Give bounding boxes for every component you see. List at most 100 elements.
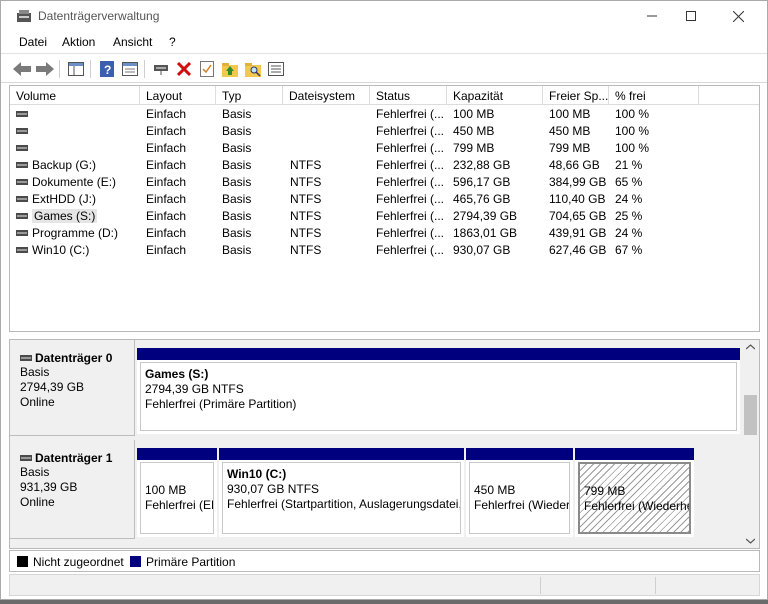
disk-type: Basis (20, 365, 50, 379)
partition-size: 100 MB (145, 483, 187, 497)
column-header-volume[interactable]: Volume (10, 86, 140, 105)
column-header-layout[interactable]: Layout (140, 86, 216, 105)
check-button[interactable] (196, 58, 218, 80)
table-row[interactable]: ExtHDD (J:) Einfach Basis NTFS Fehlerfrei (.… (10, 191, 759, 208)
volume-free-space: 799 MB (549, 141, 591, 155)
volume-type: Basis (222, 209, 252, 223)
close-button[interactable] (715, 1, 761, 31)
connect-icon (154, 65, 168, 75)
legend: Nicht zugeordnet Primäre Partition (9, 550, 760, 572)
partition-size: 930,07 GB NTFS (227, 482, 320, 496)
volume-type: Basis (222, 243, 252, 257)
disk-size: 931,39 GB (20, 480, 78, 494)
console-tree-icon (68, 62, 84, 76)
disk-label[interactable]: Datenträger 0 Basis 2794,39 GB Online (10, 340, 135, 436)
volume-name: Dokumente (E:) (32, 175, 117, 189)
volume-percent-free: 24 % (615, 192, 643, 206)
volume-free-space: 627,46 GB (549, 243, 607, 257)
partition-block[interactable]: Games (S:) 2794,39 GB NTFS Fehlerfrei (Pri… (137, 348, 740, 434)
folder-up-icon (222, 63, 238, 77)
volume-status: Fehlerfrei (... (376, 124, 445, 138)
volume-free-space: 384,99 GB (549, 175, 607, 189)
table-row[interactable]: Dokumente (E:) Einfach Basis NTFS Fehlerfrei… (10, 174, 759, 191)
volume-filesystem: NTFS (290, 226, 322, 240)
console-tree-button[interactable] (65, 58, 87, 80)
partition-info: 799 MB Fehlerfrei (Wiederhe (578, 462, 691, 534)
column-header-kapazitaet[interactable]: Kapazität (447, 86, 543, 105)
list-icon (268, 62, 284, 76)
maximize-button[interactable] (668, 1, 714, 31)
volume-layout: Einfach (146, 141, 187, 155)
volume-type: Basis (222, 158, 252, 172)
volume-icon (16, 247, 28, 253)
scroll-up-icon[interactable] (746, 344, 755, 350)
column-header-typ[interactable]: Typ (216, 86, 283, 105)
connect-button[interactable] (150, 58, 172, 80)
disk-management-window: Datenträgerverwaltung Datei Aktion Ansic… (0, 0, 768, 600)
menu-help[interactable]: ? (169, 35, 176, 49)
properties-icon (122, 62, 138, 76)
table-row[interactable]: Win10 (C:) Einfach Basis NTFS Fehlerfrei (..… (10, 242, 759, 259)
disk-name-row: Datenträger 0 (20, 351, 134, 365)
volume-percent-free: 24 % (615, 226, 643, 240)
partition-block[interactable]: 450 MB Fehlerfrei (Wieder (466, 448, 573, 537)
partition-block[interactable]: Win10 (C:) 930,07 GB NTFS Fehlerfrei (Star… (219, 448, 464, 537)
folder-search-button[interactable] (242, 58, 264, 80)
table-row[interactable]: Einfach Basis Fehlerfrei (... 100 MB 100 MB 1… (10, 106, 759, 123)
column-header-freier-speicher[interactable]: Freier Sp... (543, 86, 609, 105)
volume-type: Basis (222, 141, 252, 155)
delete-button[interactable] (173, 58, 195, 80)
forward-button[interactable] (34, 58, 56, 80)
volume-filesystem: NTFS (290, 192, 322, 206)
volume-percent-free: 21 % (615, 158, 643, 172)
partition-info: 450 MB Fehlerfrei (Wieder (469, 462, 570, 534)
disk-view-scrollbar[interactable] (742, 340, 759, 548)
scroll-down-icon[interactable] (746, 538, 755, 544)
partition-size: 450 MB (474, 483, 516, 497)
list-button[interactable] (265, 58, 287, 80)
partition-block[interactable]: 100 MB Fehlerfrei (EF (137, 448, 217, 537)
volume-layout: Einfach (146, 226, 187, 240)
volume-status: Fehlerfrei (... (376, 226, 445, 240)
menu-aktion[interactable]: Aktion (62, 35, 95, 49)
volume-layout: Einfach (146, 107, 187, 121)
volume-percent-free: 100 % (615, 107, 650, 121)
volume-status: Fehlerfrei (... (376, 107, 445, 121)
legend-primary-label: Primäre Partition (146, 555, 236, 569)
volume-name: Win10 (C:) (32, 243, 90, 257)
volume-status: Fehlerfrei (... (376, 175, 445, 189)
partition-info: Win10 (C:) 930,07 GB NTFS Fehlerfrei (Star… (222, 462, 461, 534)
table-row[interactable]: Einfach Basis Fehlerfrei (... 799 MB 799 MB 1… (10, 140, 759, 157)
volume-percent-free: 100 % (615, 141, 650, 155)
table-row[interactable]: Programme (D:) Einfach Basis NTFS Fehlerfrei… (10, 225, 759, 242)
column-header-dateisystem[interactable]: Dateisystem (283, 86, 370, 105)
help-button[interactable]: ? (96, 58, 118, 80)
volume-icon (16, 145, 28, 151)
legend-unallocated-label: Nicht zugeordnet (33, 555, 124, 569)
volume-type: Basis (222, 124, 252, 138)
table-row[interactable]: Backup (G:) Einfach Basis NTFS Fehlerfrei (.… (10, 157, 759, 174)
properties-button[interactable] (119, 58, 141, 80)
column-header-prozent-frei[interactable]: % frei (609, 86, 699, 105)
table-row[interactable]: Games (S:) Einfach Basis NTFS Fehlerfrei (..… (10, 208, 759, 225)
partition-block[interactable]: 799 MB Fehlerfrei (Wiederhe (575, 448, 694, 537)
menu-datei[interactable]: Datei (19, 35, 47, 49)
back-button[interactable] (11, 58, 33, 80)
folder-up-button[interactable] (219, 58, 241, 80)
partition-bar (137, 348, 740, 360)
disk-state: Online (20, 495, 55, 509)
disk-label[interactable]: Datenträger 1 Basis 931,39 GB Online (10, 440, 135, 539)
status-separator (540, 577, 541, 594)
partition-size: 2794,39 GB NTFS (145, 382, 244, 396)
menu-ansicht[interactable]: Ansicht (113, 35, 152, 49)
volume-percent-free: 67 % (615, 243, 643, 257)
scrollbar-thumb[interactable] (744, 395, 757, 435)
volume-status: Fehlerfrei (... (376, 192, 445, 206)
column-header-status[interactable]: Status (370, 86, 447, 105)
table-row[interactable]: Einfach Basis Fehlerfrei (... 450 MB 450 MB 1… (10, 123, 759, 140)
partition-status: Fehlerfrei (Wieder (474, 498, 570, 512)
volume-type: Basis (222, 175, 252, 189)
window-title: Datenträgerverwaltung (38, 9, 160, 23)
volume-status: Fehlerfrei (... (376, 209, 445, 223)
volume-name: ExtHDD (J:) (32, 192, 96, 206)
